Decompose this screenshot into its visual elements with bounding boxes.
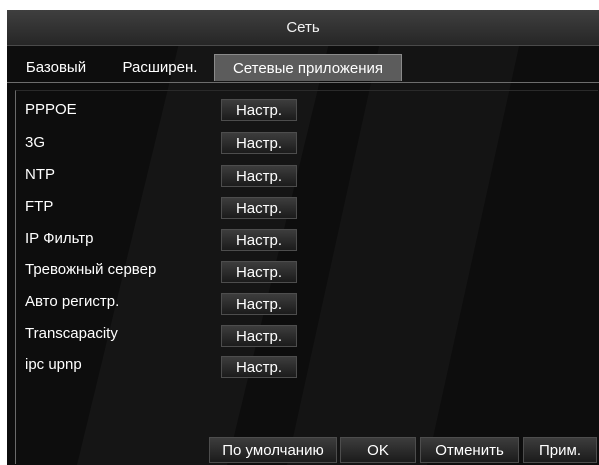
setup-button-alarm-server[interactable]: Настр. — [221, 261, 297, 283]
label-3g: 3G — [25, 134, 46, 151]
label-ip-filter: IP Фильтр — [25, 230, 94, 247]
tab-bar: Базовый Расширен. Сетевые приложения — [7, 46, 599, 83]
network-dialog: Сеть Базовый Расширен. Сетевые приложени… — [7, 10, 599, 465]
ok-button[interactable]: OK — [340, 437, 416, 463]
label-alarm-server: Тревожный сервер — [25, 261, 157, 278]
window-title: Сеть — [286, 19, 320, 36]
apply-button[interactable]: Прим. — [523, 437, 597, 463]
setup-button-ip-filter[interactable]: Настр. — [221, 229, 297, 251]
tab-advanced[interactable]: Расширен. — [110, 54, 210, 80]
label-auto-register: Авто регистр. — [25, 293, 120, 310]
setup-button-3g[interactable]: Настр. — [221, 132, 297, 154]
label-ntp: NTP — [25, 166, 55, 183]
label-ipc-upnp: ipc upnp — [25, 356, 82, 373]
setup-button-auto-register[interactable]: Настр. — [221, 293, 297, 315]
label-transcapacity: Transcapacity — [25, 325, 118, 342]
label-pppoe: PPPOE — [25, 101, 77, 118]
setup-button-ftp[interactable]: Настр. — [221, 197, 297, 219]
default-button[interactable]: По умолчанию — [209, 437, 337, 463]
setup-button-pppoe[interactable]: Настр. — [221, 99, 297, 121]
title-bar: Сеть — [7, 10, 599, 46]
tab-basic[interactable]: Базовый — [10, 54, 102, 80]
cancel-button[interactable]: Отменить — [420, 437, 519, 463]
setup-button-transcapacity[interactable]: Настр. — [221, 325, 297, 347]
setup-button-ntp[interactable]: Настр. — [221, 165, 297, 187]
setup-button-ipc-upnp[interactable]: Настр. — [221, 356, 297, 378]
tab-network-apps[interactable]: Сетевые приложения — [214, 54, 402, 81]
label-ftp: FTP — [25, 198, 54, 215]
